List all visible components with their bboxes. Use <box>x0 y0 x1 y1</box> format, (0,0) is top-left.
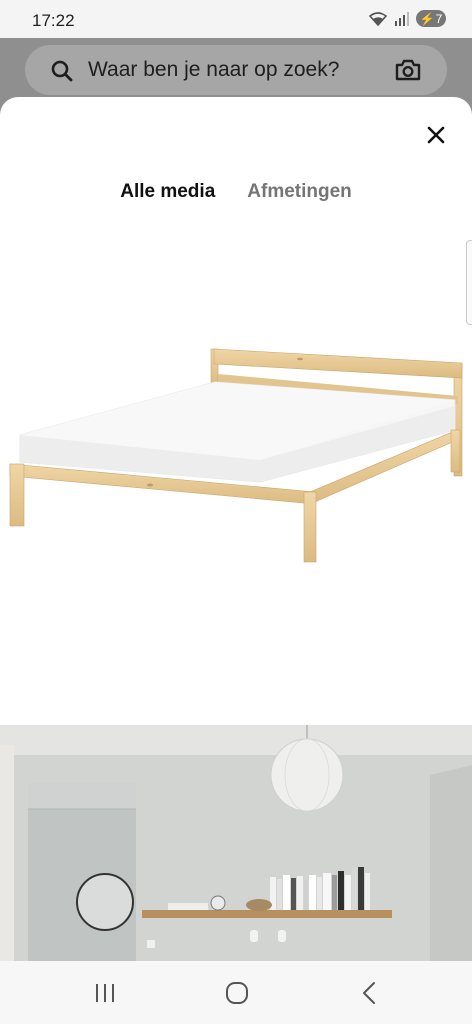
status-bar: 17:22 ⚡ 7 <box>0 0 472 38</box>
battery-charging-icon: ⚡ 7 <box>416 10 446 27</box>
scroll-handle[interactable] <box>466 240 472 325</box>
search-header: Waar ben je naar op zoek? <box>0 38 472 100</box>
tab-alle-media[interactable]: Alle media <box>120 181 215 203</box>
bolt-icon: ⚡ <box>419 11 435 26</box>
media-tabs: Alle media Afmetingen <box>0 181 472 203</box>
search-icon[interactable] <box>50 59 74 83</box>
search-input[interactable]: Waar ben je naar op zoek? <box>88 58 339 82</box>
status-icons: ⚡ 7 <box>368 10 446 27</box>
bed-frame-product-image <box>9 348 463 563</box>
tab-afmetingen[interactable]: Afmetingen <box>247 181 352 203</box>
status-time: 17:22 <box>32 11 75 30</box>
bedroom-room-image <box>0 725 472 961</box>
media-sheet: Alle media Afmetingen <box>0 97 472 961</box>
camera-icon[interactable] <box>395 59 421 81</box>
signal-icon <box>395 11 409 26</box>
search-bar[interactable]: Waar ben je naar op zoek? <box>25 45 447 95</box>
home-icon[interactable] <box>225 981 249 1005</box>
close-icon[interactable] <box>424 123 448 147</box>
nav-bar <box>0 961 472 1024</box>
wifi-icon <box>368 11 388 26</box>
recent-apps-icon[interactable] <box>94 981 116 1005</box>
back-icon[interactable] <box>360 981 378 1005</box>
battery-level: 7 <box>435 11 443 26</box>
